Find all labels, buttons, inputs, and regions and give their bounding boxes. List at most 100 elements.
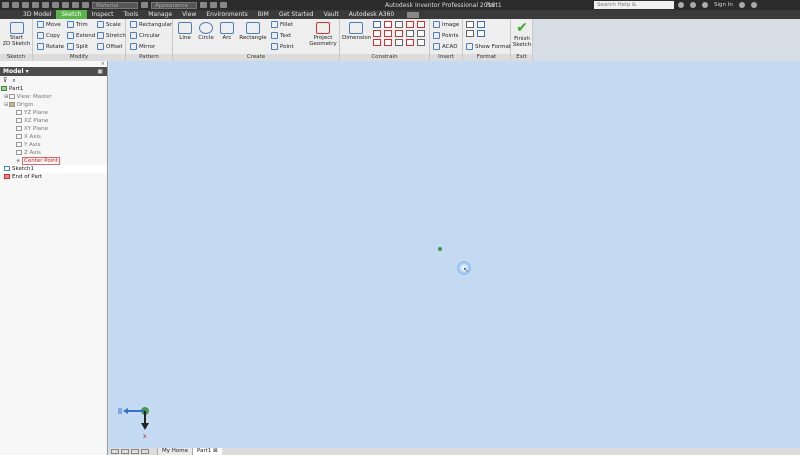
split-button[interactable]: Split bbox=[67, 43, 88, 50]
graphics-canvas[interactable] bbox=[109, 61, 800, 448]
auto-dimension-icon[interactable] bbox=[406, 39, 414, 46]
save-icon[interactable] bbox=[32, 2, 39, 8]
app-menu-icon[interactable] bbox=[2, 2, 9, 8]
centerline-icon[interactable] bbox=[477, 21, 485, 28]
sign-in-link[interactable]: Sign In bbox=[714, 2, 733, 8]
collinear-constraint-icon[interactable] bbox=[373, 30, 381, 37]
scale-button[interactable]: Scale bbox=[97, 21, 121, 28]
ribbon-display-toggle[interactable] bbox=[407, 11, 420, 18]
copy-button[interactable]: Copy bbox=[37, 32, 60, 39]
text-button[interactable]: Text bbox=[271, 32, 291, 39]
tree-node-sketch[interactable]: Sketch1 bbox=[0, 165, 107, 173]
binoculars-icon[interactable] bbox=[678, 2, 684, 8]
acad-button[interactable]: ACAD bbox=[433, 43, 458, 50]
tree-node-view[interactable]: ⊞ View: Master bbox=[0, 93, 107, 101]
tab-sketch[interactable]: Sketch bbox=[56, 10, 87, 19]
center-point-icon[interactable] bbox=[466, 30, 474, 37]
circular-pattern-button[interactable]: Circular bbox=[130, 32, 160, 39]
tree-node-xz-plane[interactable]: XZ Plane bbox=[0, 117, 107, 125]
arc-button[interactable]: Arc bbox=[218, 22, 236, 41]
project-geometry-button[interactable]: Project Geometry bbox=[307, 22, 339, 47]
user-icon[interactable] bbox=[702, 2, 708, 8]
undo-icon[interactable] bbox=[42, 2, 49, 8]
start-2d-sketch-button[interactable]: Start 2D Sketch bbox=[2, 22, 31, 47]
parallel-constraint-icon[interactable] bbox=[395, 21, 403, 28]
perpendicular-constraint-icon[interactable] bbox=[384, 21, 392, 28]
tab-3d-model[interactable]: 3D Model bbox=[18, 10, 56, 19]
show-constraints-icon[interactable] bbox=[395, 39, 403, 46]
search-help-input[interactable]: Search Help & Commands... bbox=[594, 1, 674, 16]
tree-node-yz-plane[interactable]: YZ Plane bbox=[0, 109, 107, 117]
tab-my-home[interactable]: My Home bbox=[157, 448, 192, 455]
tab-environments[interactable]: Environments bbox=[201, 10, 252, 19]
trim-button[interactable]: Trim bbox=[67, 21, 88, 28]
tab-part1[interactable]: Part1 ⊠ bbox=[192, 448, 222, 455]
tab-tools[interactable]: Tools bbox=[118, 10, 143, 19]
smooth-constraint-icon[interactable] bbox=[417, 21, 425, 28]
update-icon[interactable] bbox=[72, 2, 79, 8]
tree-node-end-of-part[interactable]: End of Part bbox=[0, 173, 107, 181]
new-icon[interactable] bbox=[12, 2, 19, 8]
offset-button[interactable]: Offset bbox=[97, 43, 123, 50]
exchange-icon[interactable] bbox=[738, 2, 745, 8]
rectangular-pattern-button[interactable]: Rectangular bbox=[130, 21, 172, 28]
move-button[interactable]: Move bbox=[37, 21, 61, 28]
tab-vault[interactable]: Vault bbox=[319, 10, 344, 19]
concentric-constraint-icon[interactable] bbox=[373, 39, 381, 46]
select-icon[interactable] bbox=[82, 2, 89, 8]
line-button[interactable]: Line bbox=[176, 22, 194, 41]
tree-node-z-axis[interactable]: Z Axis bbox=[0, 149, 107, 157]
equal-constraint-icon[interactable] bbox=[406, 30, 414, 37]
fx-icon[interactable] bbox=[220, 2, 227, 8]
home-icon[interactable] bbox=[62, 2, 69, 8]
cascade-icon[interactable] bbox=[121, 449, 129, 454]
rotate-button[interactable]: Rotate bbox=[37, 43, 64, 50]
points-button[interactable]: Points bbox=[433, 32, 459, 39]
tab-bim[interactable]: BIM bbox=[253, 10, 274, 19]
tree-node-origin[interactable]: ⊟ Origin bbox=[0, 101, 107, 109]
vertical-constraint-icon[interactable] bbox=[395, 30, 403, 37]
show-format-button[interactable]: Show Format bbox=[466, 43, 511, 50]
tab-autodesk-a360[interactable]: Autodesk A360 bbox=[344, 10, 400, 19]
image-button[interactable]: Image bbox=[433, 21, 459, 28]
tab-view[interactable]: View bbox=[177, 10, 201, 19]
list-icon[interactable] bbox=[141, 449, 149, 454]
circle-button[interactable]: Circle bbox=[197, 22, 215, 41]
tab-manage[interactable]: Manage bbox=[143, 10, 177, 19]
finish-sketch-button[interactable]: ✔ Finish Sketch bbox=[512, 21, 532, 48]
origin-center-point[interactable] bbox=[438, 247, 442, 251]
appearance-dropdown[interactable]: Appearance bbox=[151, 1, 197, 9]
horizontal-constraint-icon[interactable] bbox=[384, 30, 392, 37]
find-binoculars-icon[interactable]: ⌕ bbox=[12, 77, 15, 85]
fillet-button[interactable]: Fillet bbox=[271, 21, 293, 28]
parameters-icon[interactable] bbox=[210, 2, 217, 8]
tab-inspect[interactable]: Inspect bbox=[87, 10, 119, 19]
tree-node-y-axis[interactable]: Y Axis bbox=[0, 141, 107, 149]
tile-icon[interactable] bbox=[111, 449, 119, 454]
driven-dimension-icon[interactable] bbox=[477, 30, 485, 37]
tree-node-x-axis[interactable]: X Axis bbox=[0, 133, 107, 141]
star-icon[interactable] bbox=[690, 2, 696, 8]
tab-get-started[interactable]: Get Started bbox=[274, 10, 319, 19]
redo-icon[interactable] bbox=[52, 2, 59, 8]
clear-override-icon[interactable] bbox=[200, 2, 207, 8]
help-icon[interactable] bbox=[750, 2, 757, 8]
browser-menu-icon[interactable]: ▣ bbox=[97, 67, 103, 76]
filter-icon[interactable]: ⊽ bbox=[3, 77, 7, 84]
open-icon[interactable] bbox=[22, 2, 29, 8]
tree-node-part[interactable]: Part1 bbox=[0, 85, 107, 93]
mirror-button[interactable]: Mirror bbox=[130, 43, 155, 50]
construction-icon[interactable] bbox=[466, 21, 474, 28]
tangent-constraint-icon[interactable] bbox=[406, 21, 414, 28]
point-button[interactable]: Point bbox=[271, 43, 294, 50]
stretch-button[interactable]: Stretch bbox=[97, 32, 126, 39]
tab-close-icon[interactable]: ⊠ bbox=[213, 448, 218, 454]
symmetric-constraint-icon[interactable] bbox=[384, 39, 392, 46]
browser-header[interactable]: Model ▾ ▣ bbox=[0, 67, 107, 76]
rectangle-button[interactable]: Rectangle bbox=[239, 22, 267, 41]
material-dropdown[interactable]: Material bbox=[92, 1, 138, 9]
dimension-button[interactable]: Dimension bbox=[342, 22, 371, 41]
extend-button[interactable]: Extend bbox=[67, 32, 95, 39]
constraint-settings-icon[interactable] bbox=[417, 39, 425, 46]
tree-node-center-point[interactable]: ◈ Center Point bbox=[0, 157, 107, 165]
